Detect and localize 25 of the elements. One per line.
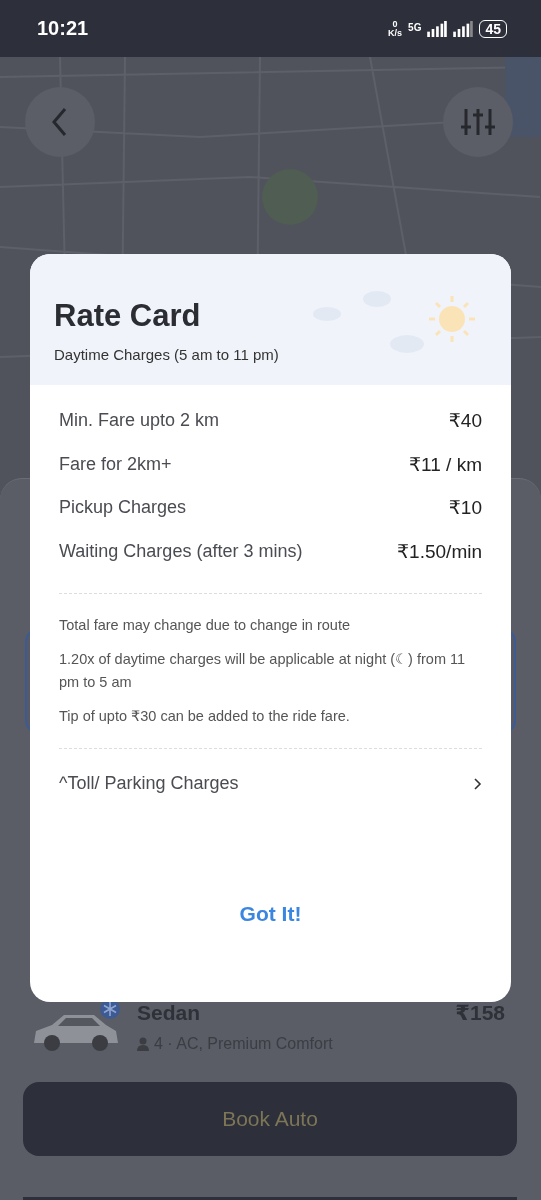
signal-icon [453,20,474,37]
charge-label: Min. Fare upto 2 km [59,410,220,432]
fare-note: Total fare may change due to change in route [59,616,351,635]
speed-value: 0 [392,19,398,29]
network-label: 5G [408,21,422,33]
chevron-icon [474,777,482,790]
dialog-subtitle: Daytime Charges (5 am to 11 pm) [54,346,279,363]
book-button[interactable]: Book Auto [23,1082,517,1156]
got-it-button[interactable]: Got It! [231,898,310,930]
charge-label: Fare for 2km+ [59,453,172,475]
signal-icon [427,20,448,37]
person-icon [137,1037,149,1051]
charge-label: Pickup Charges [59,497,187,519]
battery-indicator: 45 [479,19,507,38]
fare-note: 1.20x of daytime charges will be applicable at night (☾) from 11 pm to 5 am [59,650,467,692]
charge-value: ₹11 / km [409,452,482,476]
charge-value: ₹40 [448,409,482,433]
toll-link[interactable]: ^Toll/ Parking Charges [59,769,482,798]
speed-unit: K/s [388,28,403,38]
charge-value: ₹10 [448,496,482,520]
fare-note: Tip of upto ₹30 can be added to the ride fare. [59,707,351,726]
charge-value: ₹1.50/min [397,539,482,563]
charge-label: Waiting Charges (after 3 mins) [59,540,303,562]
status-time: 10:21 [37,17,89,40]
dialog-title: Rate Card [54,298,202,334]
